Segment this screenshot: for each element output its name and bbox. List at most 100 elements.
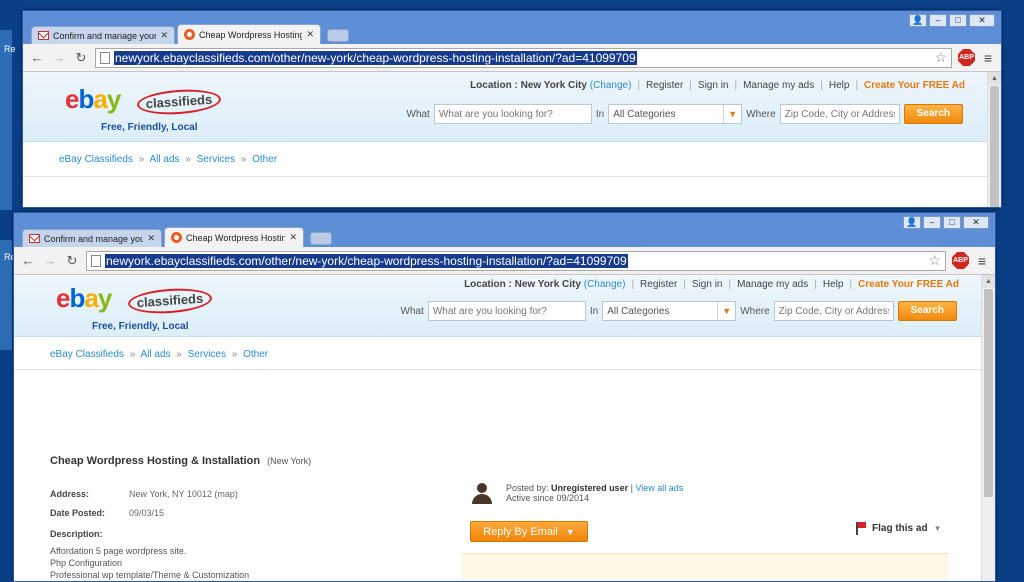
register-link[interactable]: Register (640, 279, 677, 290)
ebay-classifieds-logo[interactable]: ebay classifieds Free, Friendly, Local (56, 283, 226, 335)
location-label: Location : New York City (Change) (464, 279, 626, 290)
what-label: What (406, 108, 430, 120)
scroll-up-icon[interactable]: ▲ (982, 275, 995, 288)
reload-icon[interactable]: ↻ (73, 50, 89, 66)
tab-gmail[interactable]: Confirm and manage your ac ✕ (22, 229, 162, 247)
detail-row-address: Address: New York, NY 10012 (map) (50, 489, 238, 499)
close-window-button[interactable]: ✕ (969, 14, 995, 27)
desktop-icon-label[interactable]: Re (4, 44, 16, 54)
logo-classifieds: classifieds (127, 286, 213, 316)
page-viewport: ebay classifieds Free, Friendly, Local L… (23, 72, 1001, 207)
change-location-link[interactable]: Change (593, 80, 628, 91)
page-viewport: ebay classifieds Free, Friendly, Local L… (14, 275, 995, 581)
what-label: What (400, 305, 424, 317)
logo-tagline: Free, Friendly, Local (101, 122, 198, 133)
change-location-link[interactable]: Change (587, 279, 622, 290)
forward-icon[interactable]: → (42, 253, 58, 268)
account-icon[interactable]: 👤 (909, 14, 927, 27)
ebay-favicon (171, 232, 182, 243)
chevron-down-icon: ▼ (723, 105, 741, 123)
location-label: Location : New York City (Change) (470, 80, 632, 91)
minimize-button[interactable]: – (923, 216, 941, 229)
detail-row-date: Date Posted: 09/03/15 (50, 508, 165, 518)
tab-ebay[interactable]: Cheap Wordpress Hosting & ✕ (177, 24, 321, 44)
category-select[interactable]: All Categories ▼ (608, 104, 743, 124)
close-tab-icon[interactable]: ✕ (147, 233, 155, 244)
where-search-input[interactable] (773, 301, 894, 321)
manage-ads-link[interactable]: Manage my ads (737, 279, 808, 290)
breadcrumb-all-ads[interactable]: All ads (150, 154, 180, 165)
page-icon (91, 254, 101, 267)
adblock-icon[interactable]: ABP 4 (958, 49, 975, 66)
minimize-button[interactable]: – (929, 14, 947, 27)
breadcrumb: eBay Classifieds » All ads » Services » … (59, 154, 278, 165)
help-link[interactable]: Help (823, 279, 844, 290)
flag-ad-button[interactable]: Flag this ad ▼ (856, 522, 941, 535)
window-controls: 👤 – □ ✕ (903, 216, 989, 229)
search-row: What In All Categories ▼ Where Search (406, 104, 963, 124)
reply-by-email-button[interactable]: Reply By Email ▼ (470, 521, 588, 542)
breadcrumb-home[interactable]: eBay Classifieds (50, 349, 124, 360)
active-since: Active since 09/2014 (506, 493, 590, 503)
register-link[interactable]: Register (646, 80, 683, 91)
breadcrumb-other[interactable]: Other (252, 154, 277, 165)
bookmark-star-icon[interactable]: ☆ (928, 252, 941, 269)
what-search-input[interactable] (427, 301, 586, 321)
create-ad-link[interactable]: Create Your FREE Ad (858, 279, 959, 290)
search-button[interactable]: Search (903, 104, 963, 124)
flag-icon (856, 522, 866, 535)
ebay-favicon (184, 29, 195, 40)
category-select[interactable]: All Categories ▼ (602, 301, 737, 321)
browser-toolbar: ← → ↻ newyork.ebayclassifieds.com/other/… (14, 247, 995, 275)
scrollbar[interactable]: ▲ (987, 72, 1001, 207)
close-tab-icon[interactable]: ✕ (160, 30, 168, 41)
breadcrumb-services[interactable]: Services (197, 154, 235, 165)
what-search-input[interactable] (433, 104, 592, 124)
scroll-thumb[interactable] (984, 289, 993, 497)
sign-in-link[interactable]: Sign in (698, 80, 729, 91)
tab-ebay[interactable]: Cheap Wordpress Hosting & ✕ (164, 227, 304, 247)
create-ad-link[interactable]: Create Your FREE Ad (864, 80, 965, 91)
close-window-button[interactable]: ✕ (963, 216, 989, 229)
new-tab-button[interactable] (327, 29, 349, 42)
tab-title: Cheap Wordpress Hosting & (186, 232, 285, 243)
tab-gmail[interactable]: Confirm and manage your ac ✕ (31, 26, 175, 44)
ebay-classifieds-logo[interactable]: ebay classifieds Free, Friendly, Local (65, 84, 235, 136)
tab-title: Confirm and manage your ac (53, 30, 157, 41)
menu-icon[interactable]: ≡ (975, 253, 989, 269)
breadcrumb-home[interactable]: eBay Classifieds (59, 154, 133, 165)
url-text[interactable]: newyork.ebayclassifieds.com/other/new-yo… (105, 253, 628, 268)
logo-classifieds: classifieds (136, 87, 222, 117)
back-icon[interactable]: ← (29, 50, 45, 65)
new-tab-button[interactable] (310, 232, 332, 245)
back-icon[interactable]: ← (20, 253, 36, 268)
scroll-thumb[interactable] (990, 86, 999, 207)
breadcrumb-other[interactable]: Other (243, 349, 268, 360)
address-bar[interactable]: newyork.ebayclassifieds.com/other/new-yo… (95, 47, 952, 68)
view-all-ads-link[interactable]: View all ads (635, 483, 683, 493)
sign-in-link[interactable]: Sign in (692, 279, 723, 290)
where-search-input[interactable] (779, 104, 900, 124)
scrollbar[interactable]: ▲ (981, 275, 995, 581)
search-row: What In All Categories ▼ Where Search (400, 301, 957, 321)
gmail-icon (38, 31, 49, 40)
breadcrumb-all-ads[interactable]: All ads (141, 349, 171, 360)
maximize-button[interactable]: □ (949, 14, 967, 27)
menu-icon[interactable]: ≡ (981, 50, 995, 66)
adblock-count: 4 (971, 62, 976, 68)
manage-ads-link[interactable]: Manage my ads (743, 80, 814, 91)
forward-icon[interactable]: → (51, 50, 67, 65)
address-bar[interactable]: newyork.ebayclassifieds.com/other/new-yo… (86, 250, 946, 271)
search-button[interactable]: Search (897, 301, 957, 321)
breadcrumb-services[interactable]: Services (188, 349, 226, 360)
bookmark-star-icon[interactable]: ☆ (934, 49, 947, 66)
close-tab-icon[interactable]: ✕ (289, 232, 297, 243)
help-link[interactable]: Help (829, 80, 850, 91)
maximize-button[interactable]: □ (943, 216, 961, 229)
close-tab-icon[interactable]: ✕ (306, 29, 314, 40)
url-text[interactable]: newyork.ebayclassifieds.com/other/new-yo… (114, 50, 637, 65)
adblock-icon[interactable]: ABP 4 (952, 252, 969, 269)
account-icon[interactable]: 👤 (903, 216, 921, 229)
reload-icon[interactable]: ↻ (64, 253, 80, 269)
scroll-up-icon[interactable]: ▲ (988, 72, 1001, 85)
